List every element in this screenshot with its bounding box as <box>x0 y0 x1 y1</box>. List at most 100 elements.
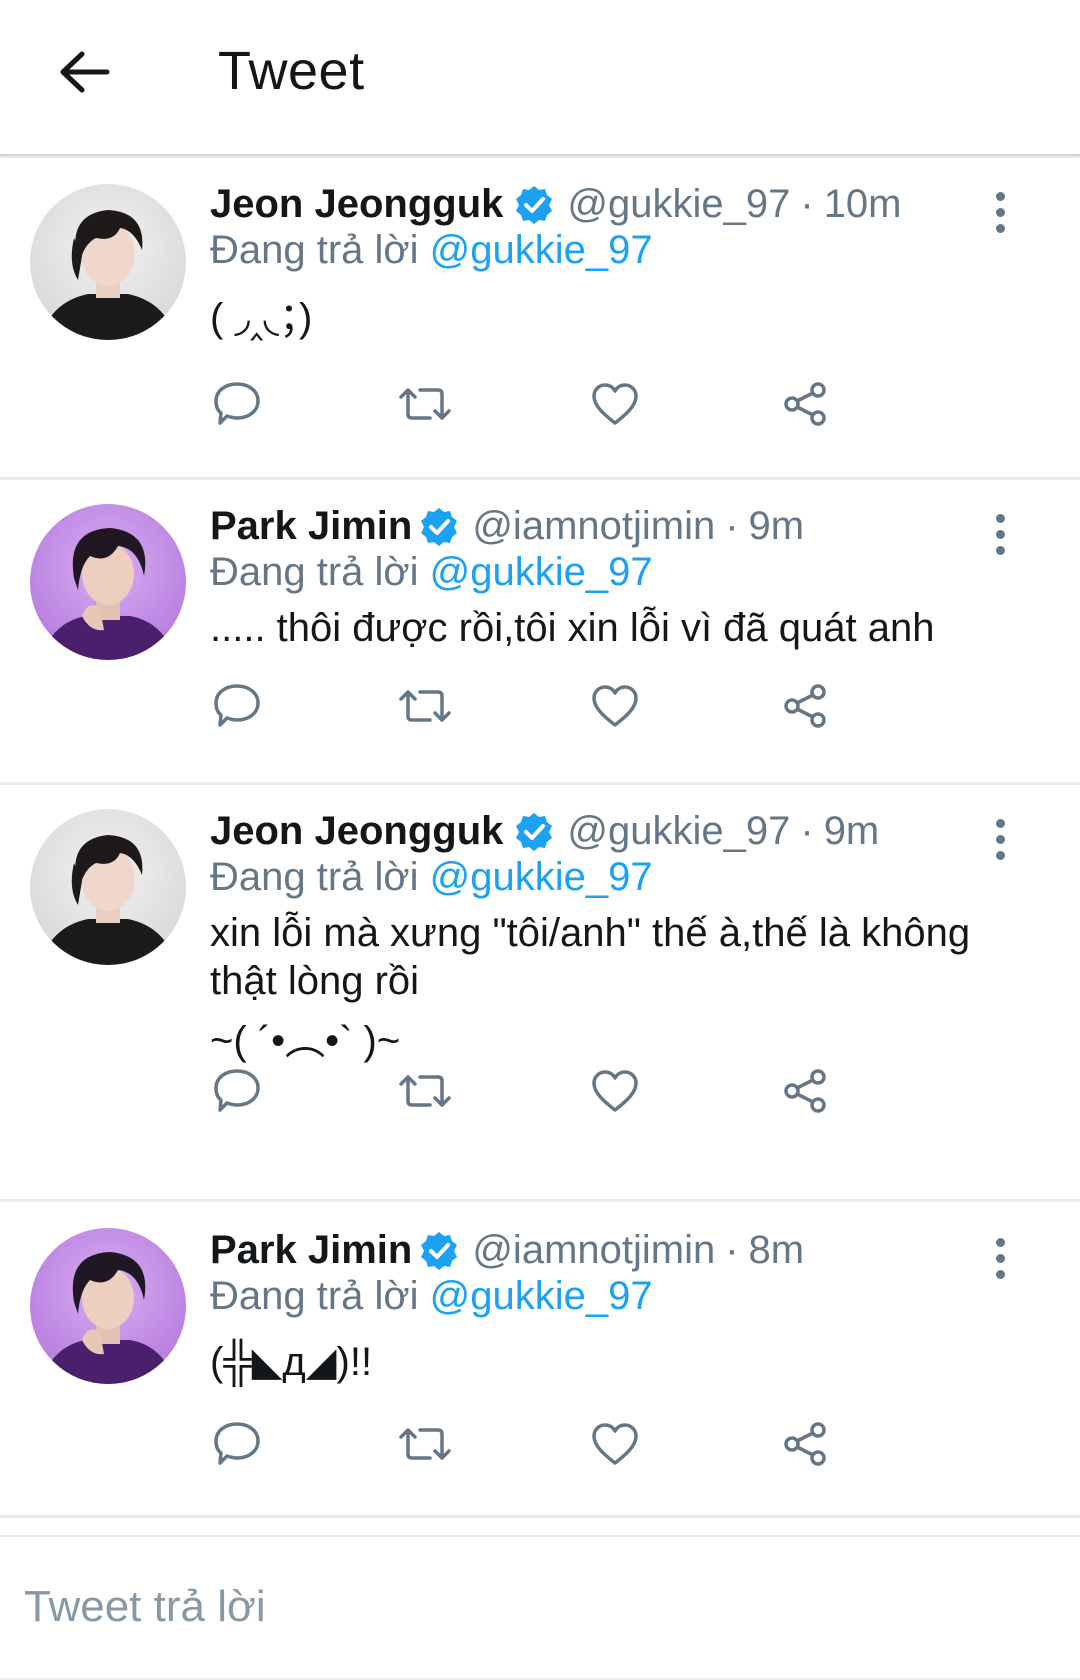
retweet-button[interactable] <box>398 680 452 732</box>
separator-dot: · <box>725 504 739 548</box>
separator-dot: · <box>800 182 814 226</box>
top-app-bar: Tweet <box>0 0 1080 156</box>
share-button[interactable] <box>778 680 832 732</box>
tweet-header: Jeon Jeongguk @gukkie_97 · 10m <box>210 182 902 227</box>
tweet-text-line: xin lỗi mà xưng "tôi/anh" thế à,thế là k… <box>210 911 971 955</box>
more-options-icon[interactable] <box>988 1238 1012 1279</box>
tweet-header: Park Jimin @iamnotjimin · 9m <box>210 504 804 549</box>
reply-icon <box>214 1422 260 1465</box>
retweet-icon <box>399 388 451 420</box>
retweet-button[interactable] <box>398 1065 452 1117</box>
tweet[interactable]: Jeon Jeongguk @gukkie_97 · 9m Đang trả l… <box>0 785 1080 1202</box>
user-handle[interactable]: @gukkie_97 <box>567 809 790 854</box>
like-button[interactable] <box>588 680 642 732</box>
like-button[interactable] <box>588 1065 642 1117</box>
retweet-icon <box>399 690 451 722</box>
page-title: Tweet <box>218 41 365 101</box>
reply-button[interactable] <box>210 1065 264 1117</box>
tweet-text-line: ( ◞‸◟；) <box>210 296 313 340</box>
tweet-text-line: ~( ´•︵•` )~ <box>210 1019 401 1063</box>
avatar[interactable] <box>30 1228 186 1384</box>
share-button[interactable] <box>778 378 832 430</box>
share-icon <box>784 1069 826 1113</box>
timestamp[interactable]: 8m <box>749 1228 805 1273</box>
replying-to-label: Đang trả lời <box>210 550 419 594</box>
retweet-icon <box>399 1428 451 1460</box>
reply-input[interactable] <box>24 1577 1024 1637</box>
reply-button[interactable] <box>210 680 264 732</box>
display-name[interactable]: Park Jimin <box>210 1228 412 1273</box>
verified-badge-icon <box>418 1230 460 1272</box>
replying-to-handle[interactable]: @gukkie_97 <box>430 1274 653 1318</box>
reply-icon <box>214 684 260 727</box>
verified-badge-icon <box>513 811 555 853</box>
heart-icon <box>592 383 638 425</box>
replying-to-label: Đang trả lời <box>210 228 419 272</box>
reply-button[interactable] <box>210 1418 264 1470</box>
tweet[interactable]: Park Jimin @iamnotjimin · 8m Đang trả lờ… <box>0 1202 1080 1518</box>
timestamp[interactable]: 9m <box>749 504 805 549</box>
timestamp[interactable]: 9m <box>824 809 880 854</box>
replying-to-label: Đang trả lời <box>210 855 419 899</box>
tweet-text-line: (╬◣д◢)!! <box>210 1340 373 1384</box>
display-name[interactable]: Jeon Jeongguk <box>210 809 503 854</box>
back-button[interactable] <box>52 40 116 104</box>
like-button[interactable] <box>588 378 642 430</box>
more-options-icon[interactable] <box>988 819 1012 860</box>
tweet-text: ( ◞‸◟；) <box>210 294 1030 342</box>
share-icon <box>784 1422 826 1466</box>
arrow-left-icon <box>60 51 110 93</box>
user-handle[interactable]: @iamnotjimin <box>472 1228 715 1273</box>
tweet-actions <box>210 680 910 732</box>
replying-to: Đang trả lời @gukkie_97 <box>210 1274 653 1319</box>
reply-composer <box>0 1535 1080 1680</box>
user-handle[interactable]: @iamnotjimin <box>472 504 715 549</box>
reply-button[interactable] <box>210 378 264 430</box>
more-options-icon[interactable] <box>988 514 1012 555</box>
replying-to: Đang trả lời @gukkie_97 <box>210 550 653 595</box>
retweet-button[interactable] <box>398 378 452 430</box>
avatar[interactable] <box>30 184 186 340</box>
replying-to: Đang trả lời @gukkie_97 <box>210 855 653 900</box>
tweet-actions <box>210 1065 910 1117</box>
tweet-header: Jeon Jeongguk @gukkie_97 · 9m <box>210 809 879 854</box>
retweet-icon <box>399 1075 451 1107</box>
tweet-text: xin lỗi mà xưng "tôi/anh" thế à,thế là k… <box>210 909 1030 1065</box>
share-icon <box>784 684 826 728</box>
avatar[interactable] <box>30 504 186 660</box>
tweet-text: ..... thôi được rồi,tôi xin lỗi vì đã qu… <box>210 604 1030 652</box>
separator-dot: · <box>800 809 814 853</box>
share-button[interactable] <box>778 1065 832 1117</box>
separator-dot: · <box>725 1228 739 1272</box>
heart-icon <box>592 1423 638 1465</box>
replying-to-handle[interactable]: @gukkie_97 <box>430 855 653 899</box>
share-icon <box>784 382 826 426</box>
heart-icon <box>592 1070 638 1112</box>
tweet-actions <box>210 1418 910 1470</box>
heart-icon <box>592 685 638 727</box>
timestamp[interactable]: 10m <box>824 182 902 227</box>
reply-icon <box>214 1069 260 1112</box>
tweet-text: (╬◣д◢)!! <box>210 1338 1030 1386</box>
verified-badge-icon <box>513 184 555 226</box>
replying-to-label: Đang trả lời <box>210 1274 419 1318</box>
tweet[interactable]: Park Jimin @iamnotjimin · 9m Đang trả lờ… <box>0 480 1080 785</box>
verified-badge-icon <box>418 506 460 548</box>
tweet-actions <box>210 378 910 430</box>
tweet[interactable]: Jeon Jeongguk @gukkie_97 · 10m Đang trả … <box>0 158 1080 480</box>
display-name[interactable]: Park Jimin <box>210 504 412 549</box>
like-button[interactable] <box>588 1418 642 1470</box>
replying-to-handle[interactable]: @gukkie_97 <box>430 228 653 272</box>
reply-icon <box>214 382 260 425</box>
more-options-icon[interactable] <box>988 192 1012 233</box>
display-name[interactable]: Jeon Jeongguk <box>210 182 503 227</box>
tweet-text-line: thật lòng rồi <box>210 959 420 1003</box>
replying-to: Đang trả lời @gukkie_97 <box>210 228 653 273</box>
share-button[interactable] <box>778 1418 832 1470</box>
tweet-header: Park Jimin @iamnotjimin · 8m <box>210 1228 804 1273</box>
tweet-text-line: ..... thôi được rồi,tôi xin lỗi vì đã qu… <box>210 606 935 650</box>
retweet-button[interactable] <box>398 1418 452 1470</box>
replying-to-handle[interactable]: @gukkie_97 <box>430 550 653 594</box>
avatar[interactable] <box>30 809 186 965</box>
user-handle[interactable]: @gukkie_97 <box>567 182 790 227</box>
